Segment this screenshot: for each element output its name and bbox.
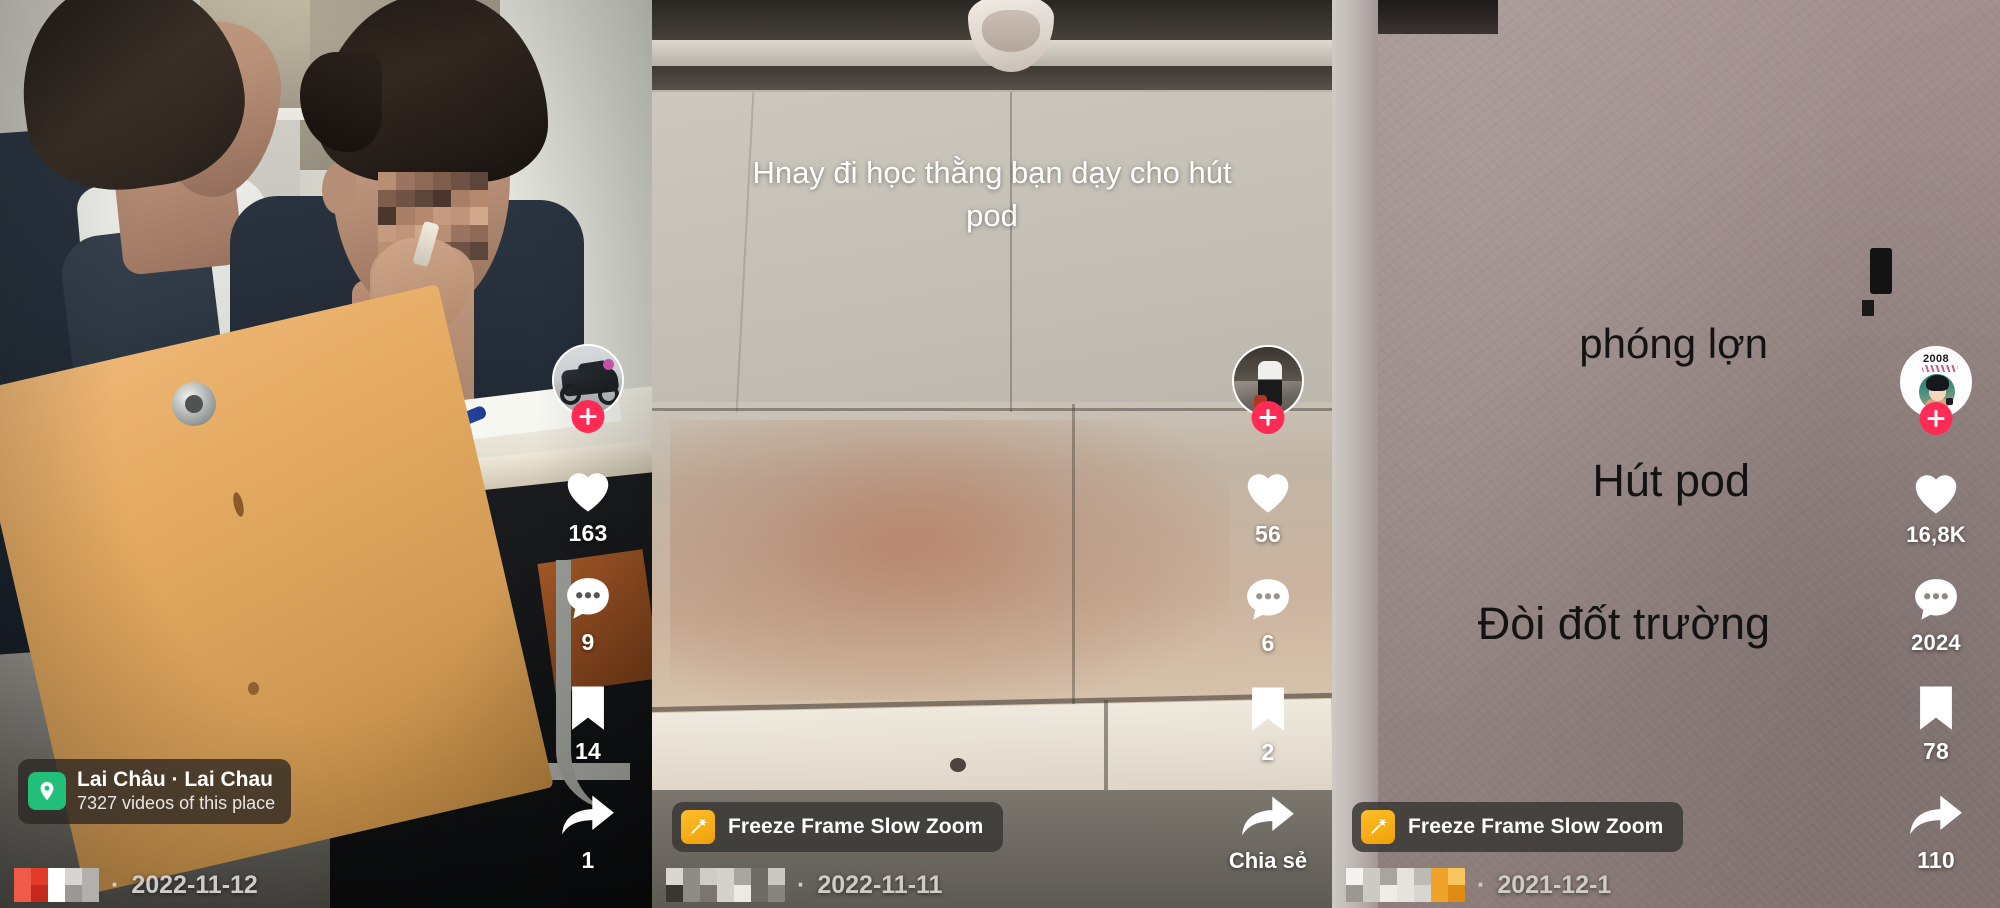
comment-count: 2024 bbox=[1911, 630, 1961, 655]
video-panel-3[interactable]: phóng lợn Hút pod Đòi đốt trường Freeze … bbox=[1332, 0, 2000, 908]
comment-count: 9 bbox=[581, 629, 595, 655]
like-count: 16,8K bbox=[1906, 522, 1966, 547]
like-button-3[interactable]: 16,8K bbox=[1906, 464, 1966, 548]
action-rail-3: 2008 16,8K 2024 78 110 bbox=[1888, 346, 1984, 874]
like-count: 163 bbox=[568, 520, 608, 546]
video-panel-1[interactable]: Lai Châu · Lai Chau 7327 videos of this … bbox=[0, 0, 652, 908]
author-avatar-2[interactable] bbox=[1232, 345, 1304, 434]
caption-line-2: pod bbox=[966, 197, 1018, 233]
left-wall-strip bbox=[1332, 0, 1378, 908]
action-rail-1: 163 9 14 1 bbox=[540, 344, 636, 874]
author-separator: · bbox=[1477, 870, 1486, 899]
post-date: 2022-11-12 bbox=[131, 870, 258, 899]
magic-wand-icon bbox=[681, 810, 715, 844]
effect-label: Freeze Frame Slow Zoom bbox=[1408, 815, 1664, 838]
author-row-1: · 2022-11-12 bbox=[14, 868, 258, 902]
effect-badge-2[interactable]: Freeze Frame Slow Zoom bbox=[672, 802, 1004, 852]
dark-object bbox=[1870, 248, 1892, 294]
comment-button-2[interactable]: 6 bbox=[1239, 572, 1297, 657]
comment-icon bbox=[1907, 572, 1965, 626]
share-arrow-icon bbox=[1239, 790, 1297, 844]
comment-button-3[interactable]: 2024 bbox=[1907, 572, 1965, 656]
location-name: Lai Châu · Lai Chau bbox=[77, 767, 274, 791]
action-rail-2: 56 6 2 Chia sẻ bbox=[1220, 345, 1316, 874]
share-button-1[interactable]: 1 bbox=[559, 789, 617, 874]
tile-grout-line-1 bbox=[1010, 92, 1012, 412]
location-badge[interactable]: Lai Châu · Lai Chau 7327 videos of this … bbox=[18, 758, 292, 824]
masked-username bbox=[14, 868, 99, 902]
video-grid: Lai Châu · Lai Chau 7327 videos of this … bbox=[0, 0, 2000, 908]
floor-debris-dot bbox=[950, 758, 966, 772]
caption-line-3: Đòi đốt trường bbox=[1477, 598, 1770, 649]
bookmark-button-2[interactable]: 2 bbox=[1239, 681, 1297, 766]
floor-stain-inner bbox=[762, 430, 1092, 630]
bookmark-count: 14 bbox=[575, 738, 601, 764]
video-caption-2: Hnay đi học thằng bạn dạy cho hút pod bbox=[652, 152, 1332, 238]
bookmark-icon bbox=[559, 680, 617, 734]
bookmark-button-3[interactable]: 78 bbox=[1907, 680, 1965, 765]
tile-grout-line-3 bbox=[1072, 404, 1075, 704]
location-video-count: 7327 videos of this place bbox=[77, 793, 276, 814]
share-arrow-icon bbox=[1907, 789, 1965, 843]
follow-plus-icon[interactable] bbox=[1251, 401, 1285, 434]
heart-icon bbox=[1239, 463, 1297, 517]
author-row-3: · 2021-12-1 bbox=[1346, 868, 1611, 902]
like-button-1[interactable]: 163 bbox=[559, 462, 617, 547]
author-avatar-1[interactable] bbox=[552, 344, 624, 433]
share-arrow-icon bbox=[559, 789, 617, 843]
masked-username bbox=[666, 868, 785, 902]
caption-line-1: phóng lợn bbox=[1579, 320, 1768, 367]
comment-button-1[interactable]: 9 bbox=[559, 571, 617, 656]
author-separator: · bbox=[111, 870, 120, 899]
effect-badge-3[interactable]: Freeze Frame Slow Zoom bbox=[1352, 802, 1684, 852]
share-count: 1 bbox=[581, 847, 595, 873]
avatar-year-text: 2008 bbox=[1922, 353, 1950, 365]
bookmark-count: 78 bbox=[1923, 738, 1949, 764]
share-label: Chia sẻ bbox=[1228, 848, 1308, 873]
location-pin-icon bbox=[28, 772, 66, 811]
heart-icon bbox=[1907, 464, 1965, 518]
comment-icon bbox=[559, 571, 617, 625]
bookmark-icon bbox=[1907, 680, 1965, 734]
post-date: 2022-11-11 bbox=[817, 870, 943, 899]
effect-label: Freeze Frame Slow Zoom bbox=[728, 815, 984, 838]
caption-line-1: Hnay đi học thằng bạn dạy cho hút bbox=[752, 155, 1232, 190]
top-dark-corner bbox=[1378, 0, 1498, 34]
share-button-2[interactable]: Chia sẻ bbox=[1229, 790, 1307, 874]
dark-beam bbox=[652, 66, 1332, 90]
post-date: 2021-12-1 bbox=[1497, 870, 1612, 899]
follow-plus-icon[interactable] bbox=[1919, 402, 1953, 435]
share-count: 110 bbox=[1917, 847, 1955, 873]
comment-icon bbox=[1239, 572, 1297, 626]
heart-icon bbox=[559, 462, 617, 516]
dark-object-tail bbox=[1862, 300, 1874, 316]
video-panel-2[interactable]: Hnay đi học thằng bạn dạy cho hút pod Fr… bbox=[652, 0, 1332, 908]
like-button-2[interactable]: 56 bbox=[1239, 463, 1297, 548]
author-separator: · bbox=[797, 870, 806, 899]
share-button-3[interactable]: 110 bbox=[1907, 789, 1965, 874]
magic-wand-icon bbox=[1361, 810, 1395, 844]
author-avatar-3[interactable]: 2008 bbox=[1900, 346, 1972, 435]
author-row-2: · 2022-11-11 bbox=[666, 868, 942, 902]
bookmark-count: 2 bbox=[1261, 739, 1275, 765]
masked-username bbox=[1346, 868, 1465, 902]
caption-line-2: Hút pod bbox=[1592, 455, 1750, 506]
bookmark-icon bbox=[1239, 681, 1297, 735]
follow-plus-icon[interactable] bbox=[571, 400, 605, 433]
bookmark-button-1[interactable]: 14 bbox=[559, 680, 617, 765]
like-count: 56 bbox=[1255, 521, 1281, 547]
comment-count: 6 bbox=[1261, 630, 1275, 656]
